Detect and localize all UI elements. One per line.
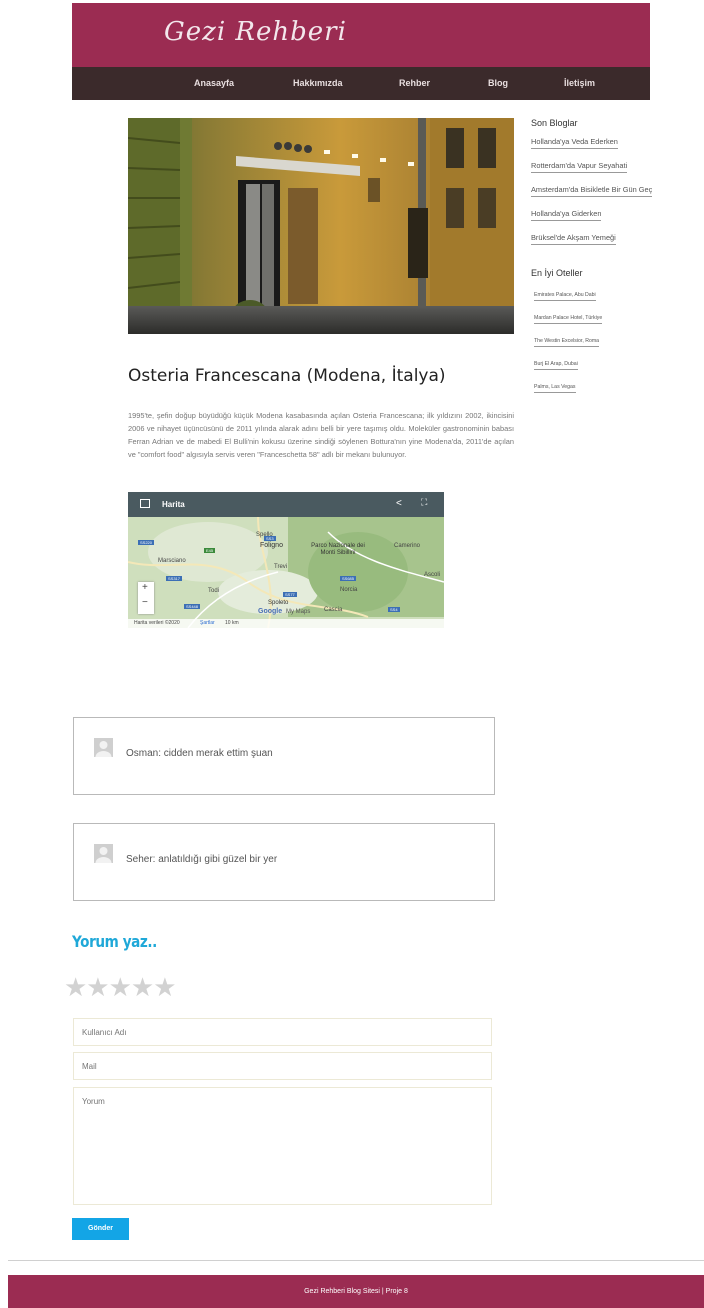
map-scale: 10 km bbox=[225, 620, 239, 626]
footer-text: Gezi Rehberi Blog Sitesi | Proje 8 bbox=[304, 1288, 408, 1295]
map-label-trevi: Trevi bbox=[274, 564, 288, 570]
comment-textarea[interactable] bbox=[73, 1087, 492, 1205]
map-sidebar-icon[interactable] bbox=[140, 499, 150, 508]
recent-blogs-title: Son Bloglar bbox=[531, 118, 578, 128]
road-sign: SS685 bbox=[340, 576, 357, 581]
google-logo: Google bbox=[258, 608, 283, 615]
hotel-link[interactable]: Palms, Las Vegas bbox=[534, 384, 576, 393]
map-label-cascia: Cascia bbox=[324, 607, 343, 613]
site-header: Gezi Rehberi bbox=[72, 3, 650, 67]
site-footer: Gezi Rehberi Blog Sitesi | Proje 8 bbox=[8, 1275, 704, 1308]
map-label-marsciano: Marsciano bbox=[158, 558, 186, 564]
comment-text: Osman: cidden merak ettim şuan bbox=[126, 748, 273, 759]
road-sign: SS448 bbox=[184, 604, 201, 609]
avatar-icon bbox=[94, 844, 113, 863]
mail-input[interactable] bbox=[73, 1052, 492, 1080]
main-nav: Anasayfa Hakkımızda Rehber Blog İletişim bbox=[72, 67, 650, 100]
map-attribution-bar: Harita verileri ©2020 Şartlar 10 km bbox=[128, 619, 444, 628]
share-icon[interactable]: < bbox=[396, 498, 402, 509]
my-maps-label: My Maps bbox=[286, 609, 311, 615]
road-sign: SS220 bbox=[138, 540, 155, 545]
footer-divider bbox=[8, 1260, 704, 1261]
map-terms-link[interactable]: Şartlar bbox=[200, 620, 215, 626]
blog-link[interactable]: Hollanda'ya Veda Ederken bbox=[531, 137, 618, 149]
hotel-link[interactable]: Burj El Arap, Dubai bbox=[534, 361, 578, 370]
post-title: Osteria Francescana (Modena, İtalya) bbox=[128, 366, 446, 386]
map-label-todi: Todi bbox=[208, 588, 220, 594]
nav-contact[interactable]: İletişim bbox=[564, 78, 595, 88]
restaurant-photo-drawing bbox=[128, 118, 514, 334]
map-label-spoleto: Spoleto bbox=[268, 600, 289, 606]
road-sign: SS4 bbox=[388, 607, 400, 612]
map-label-ascoli: Ascoli bbox=[424, 572, 441, 578]
comment-card: Osman: cidden merak ettim şuan bbox=[73, 717, 495, 795]
blog-link[interactable]: Hollanda'ya Giderken bbox=[531, 209, 602, 221]
road-sign: SS3 bbox=[264, 536, 276, 541]
hotel-link[interactable]: Emirates Palace, Abu Dabi bbox=[534, 292, 596, 301]
map-attribution: Harita verileri ©2020 bbox=[134, 620, 180, 626]
road-sign: E45 bbox=[204, 548, 216, 553]
hotel-link[interactable]: Mardan Palace Hotel, Türkiye bbox=[534, 315, 603, 324]
nav-home[interactable]: Anasayfa bbox=[194, 78, 234, 88]
road-sign: SS77 bbox=[283, 592, 297, 597]
star-rating[interactable]: ★★★★★ bbox=[64, 972, 177, 1003]
blog-link[interactable]: Amsterdam'da Bisikletle Bir Gün Geçirmek bbox=[531, 185, 652, 197]
map-label-norcia: Norcia bbox=[340, 587, 358, 593]
map-toolbar: Harita < ⛶ bbox=[128, 492, 444, 517]
map-label-foligno: Foligno bbox=[260, 542, 283, 549]
map-zoom-control: + − bbox=[138, 582, 154, 614]
post-body: 1995'te, şefin doğup büyüdüğü küçük Mode… bbox=[128, 411, 514, 459]
road-sign: SS317 bbox=[166, 576, 183, 581]
nav-about[interactable]: Hakkımızda bbox=[293, 78, 343, 88]
comment-text: Seher: anlatıldığı gibi güzel bir yer bbox=[126, 854, 278, 865]
map-embed[interactable]: Harita < ⛶ Spello Foligno Marsciano Trev… bbox=[128, 492, 444, 628]
submit-button[interactable]: Gönder bbox=[72, 1218, 129, 1240]
map-title[interactable]: Harita bbox=[162, 500, 185, 509]
username-input[interactable] bbox=[73, 1018, 492, 1046]
site-logo[interactable]: Gezi Rehberi bbox=[164, 17, 347, 47]
blog-link[interactable]: Rotterdam'da Vapur Seyahati bbox=[531, 161, 628, 173]
zoom-in-button[interactable]: + bbox=[142, 582, 148, 593]
fullscreen-icon[interactable]: ⛶ bbox=[421, 497, 427, 508]
avatar-icon bbox=[94, 738, 113, 757]
hotel-link[interactable]: The Westin Excelsior, Roma bbox=[534, 338, 600, 347]
blog-link[interactable]: Brüksel'de Akşam Yemeği bbox=[531, 233, 616, 245]
map-label-parco: Parco Nazionale dei Monti Sibillini bbox=[311, 543, 365, 556]
zoom-out-button[interactable]: − bbox=[142, 597, 148, 608]
best-hotels-title: En İyi Oteller bbox=[531, 268, 583, 278]
map-label-camerino: Camerino bbox=[394, 543, 421, 549]
comment-form-title: Yorum yaz.. bbox=[72, 932, 157, 951]
comment-card: Seher: anlatıldığı gibi güzel bir yer bbox=[73, 823, 495, 901]
restaurant-photo bbox=[128, 118, 514, 334]
nav-guide[interactable]: Rehber bbox=[399, 78, 430, 88]
nav-blog[interactable]: Blog bbox=[488, 78, 508, 88]
